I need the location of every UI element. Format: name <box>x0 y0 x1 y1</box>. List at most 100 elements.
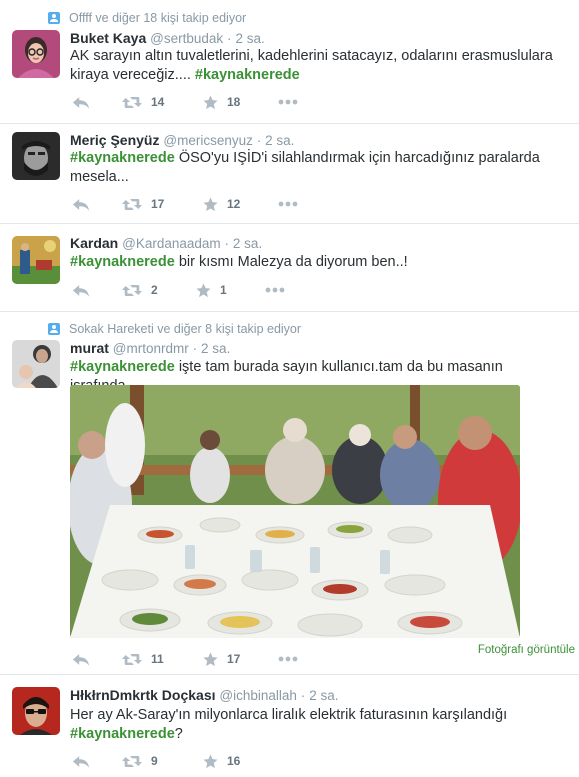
retweet-button[interactable]: 14 <box>122 93 164 111</box>
tweet[interactable]: Sokak Hareketi ve diğer 8 kişi takip edi… <box>0 312 579 675</box>
favorite-button[interactable]: 1 <box>196 281 227 299</box>
timestamp[interactable]: 2 sa. <box>309 688 338 703</box>
author-handle[interactable]: @sertbudak <box>150 31 223 46</box>
reply-button[interactable] <box>72 650 90 668</box>
tweet-body: Her ay Ak-Saray'ın milyonlarca liralık e… <box>70 707 508 723</box>
reply-button[interactable] <box>72 752 90 770</box>
favorite-button[interactable]: 18 <box>203 93 240 111</box>
favorite-count: 18 <box>227 95 241 109</box>
retweet-count: 17 <box>151 197 165 211</box>
author-name[interactable]: Meriç Şenyüz <box>70 132 159 148</box>
tweet[interactable]: Meriç Şenyüz @mericsenyuz · 2 sa. #kayna… <box>0 124 579 224</box>
author-handle[interactable]: @ichbinallah <box>219 688 297 703</box>
retweet-button[interactable]: 9 <box>122 752 158 770</box>
reply-icon <box>72 95 90 110</box>
retweet-icon <box>122 754 142 769</box>
tweet-body-end: ? <box>174 726 183 742</box>
tweet-text: #kaynaknerede ÖSO'yu IŞİD'i silahlandırm… <box>70 149 570 187</box>
retweet-icon <box>122 197 142 212</box>
hashtag-link[interactable]: #kaynaknerede <box>70 726 175 742</box>
star-icon <box>203 754 218 769</box>
social-context: Offff ve diğer 18 kişi takip ediyor <box>48 11 246 25</box>
reply-icon <box>72 754 90 769</box>
separator: · <box>300 688 306 703</box>
retweet-icon <box>122 283 142 298</box>
more-button[interactable] <box>265 281 285 299</box>
user-follow-icon <box>48 323 60 335</box>
tweet-header: murat @mrtonrdmr · 2 sa. <box>70 340 230 356</box>
author-name[interactable]: murat <box>70 340 109 356</box>
author-name[interactable]: Buket Kaya <box>70 30 146 46</box>
retweet-button[interactable]: 17 <box>122 195 164 213</box>
timestamp[interactable]: 2 sa. <box>235 31 264 46</box>
retweet-icon <box>122 95 142 110</box>
retweet-count: 14 <box>151 95 165 109</box>
tweet-actions: 2 1 <box>70 281 370 301</box>
tweet-header: Meriç Şenyüz @mericsenyuz · 2 sa. <box>70 132 294 148</box>
hashtag-link[interactable]: #kaynaknerede <box>70 254 175 270</box>
timestamp[interactable]: 2 sa. <box>265 133 294 148</box>
avatar[interactable] <box>12 132 60 180</box>
retweet-button[interactable]: 2 <box>122 281 158 299</box>
social-context-text: Sokak Hareketi ve diğer 8 kişi takip edi… <box>69 322 302 336</box>
timestamp[interactable]: 2 sa. <box>201 341 230 356</box>
favorite-count: 16 <box>227 754 241 768</box>
star-icon <box>203 197 218 212</box>
tweet-body: bir kısmı Malezya da diyorum ben..! <box>178 254 408 270</box>
hashtag-link[interactable]: #kaynaknerede <box>70 359 175 375</box>
tweet[interactable]: Offff ve diğer 18 kişi takip ediyor Buke… <box>0 0 579 124</box>
tweet-text: Her ay Ak-Saray'ın milyonlarca liralık e… <box>70 706 570 744</box>
reply-button[interactable] <box>72 281 90 299</box>
more-icon <box>265 287 285 293</box>
reply-icon <box>72 197 90 212</box>
hashtag-link[interactable]: #kaynaknerede <box>70 150 175 166</box>
tweet-text: AK sarayın altın tuvaletlerini, kadehler… <box>70 47 570 85</box>
star-icon <box>203 652 218 667</box>
more-button[interactable] <box>278 650 298 668</box>
reply-icon <box>72 283 90 298</box>
retweet-count: 9 <box>151 754 158 768</box>
retweet-count: 2 <box>151 283 158 297</box>
author-name[interactable]: Kardan <box>70 235 118 251</box>
reply-button[interactable] <box>72 93 90 111</box>
hashtag-link[interactable]: #kaynaknerede <box>195 67 300 83</box>
separator: · <box>227 31 232 46</box>
favorite-button[interactable]: 12 <box>203 195 240 213</box>
user-follow-icon <box>48 12 60 24</box>
tweet-photo[interactable] <box>70 385 520 638</box>
tweet[interactable]: HłkłrnDmkrtk Doçkası @ichbinallah · 2 sa… <box>0 675 579 777</box>
retweet-button[interactable]: 11 <box>122 650 164 668</box>
more-icon <box>278 656 298 662</box>
more-button[interactable] <box>278 93 298 111</box>
tweet[interactable]: Kardan @Kardanaadam · 2 sa. #kaynaknered… <box>0 224 579 312</box>
author-handle[interactable]: @mrtonrdmr <box>113 341 189 356</box>
retweet-icon <box>122 652 142 667</box>
retweet-count: 11 <box>151 652 164 666</box>
avatar[interactable] <box>12 687 60 735</box>
tweet-header: Kardan @Kardanaadam · 2 sa. <box>70 235 262 251</box>
tweet-text: #kaynaknerede bir kısmı Malezya da diyor… <box>70 253 570 272</box>
star-icon <box>203 95 218 110</box>
favorite-count: 1 <box>220 283 227 297</box>
author-handle[interactable]: @Kardanaadam <box>122 236 221 251</box>
more-icon <box>278 201 298 207</box>
author-handle[interactable]: @mericsenyuz <box>163 133 252 148</box>
author-name[interactable]: HłkłrnDmkrtk Doçkası <box>70 687 216 703</box>
timestamp[interactable]: 2 sa. <box>233 236 262 251</box>
social-context: Sokak Hareketi ve diğer 8 kişi takip edi… <box>48 322 301 336</box>
more-button[interactable] <box>278 195 298 213</box>
view-photo-link[interactable]: Fotoğrafı görüntüle <box>478 644 575 656</box>
avatar[interactable] <box>12 340 60 388</box>
tweet-actions: 17 12 <box>70 195 370 215</box>
avatar[interactable] <box>12 236 60 284</box>
favorite-button[interactable]: 16 <box>203 752 240 770</box>
social-context-text: Offff ve diğer 18 kişi takip ediyor <box>69 11 247 25</box>
favorite-count: 12 <box>227 197 241 211</box>
star-icon <box>196 283 211 298</box>
tweet-actions: 14 18 <box>70 93 370 113</box>
avatar[interactable] <box>12 30 60 78</box>
favorite-button[interactable]: 17 <box>203 650 240 668</box>
tweet-actions: 9 16 <box>70 752 370 772</box>
tweet-header: Buket Kaya @sertbudak · 2 sa. <box>70 30 265 46</box>
reply-button[interactable] <box>72 195 90 213</box>
